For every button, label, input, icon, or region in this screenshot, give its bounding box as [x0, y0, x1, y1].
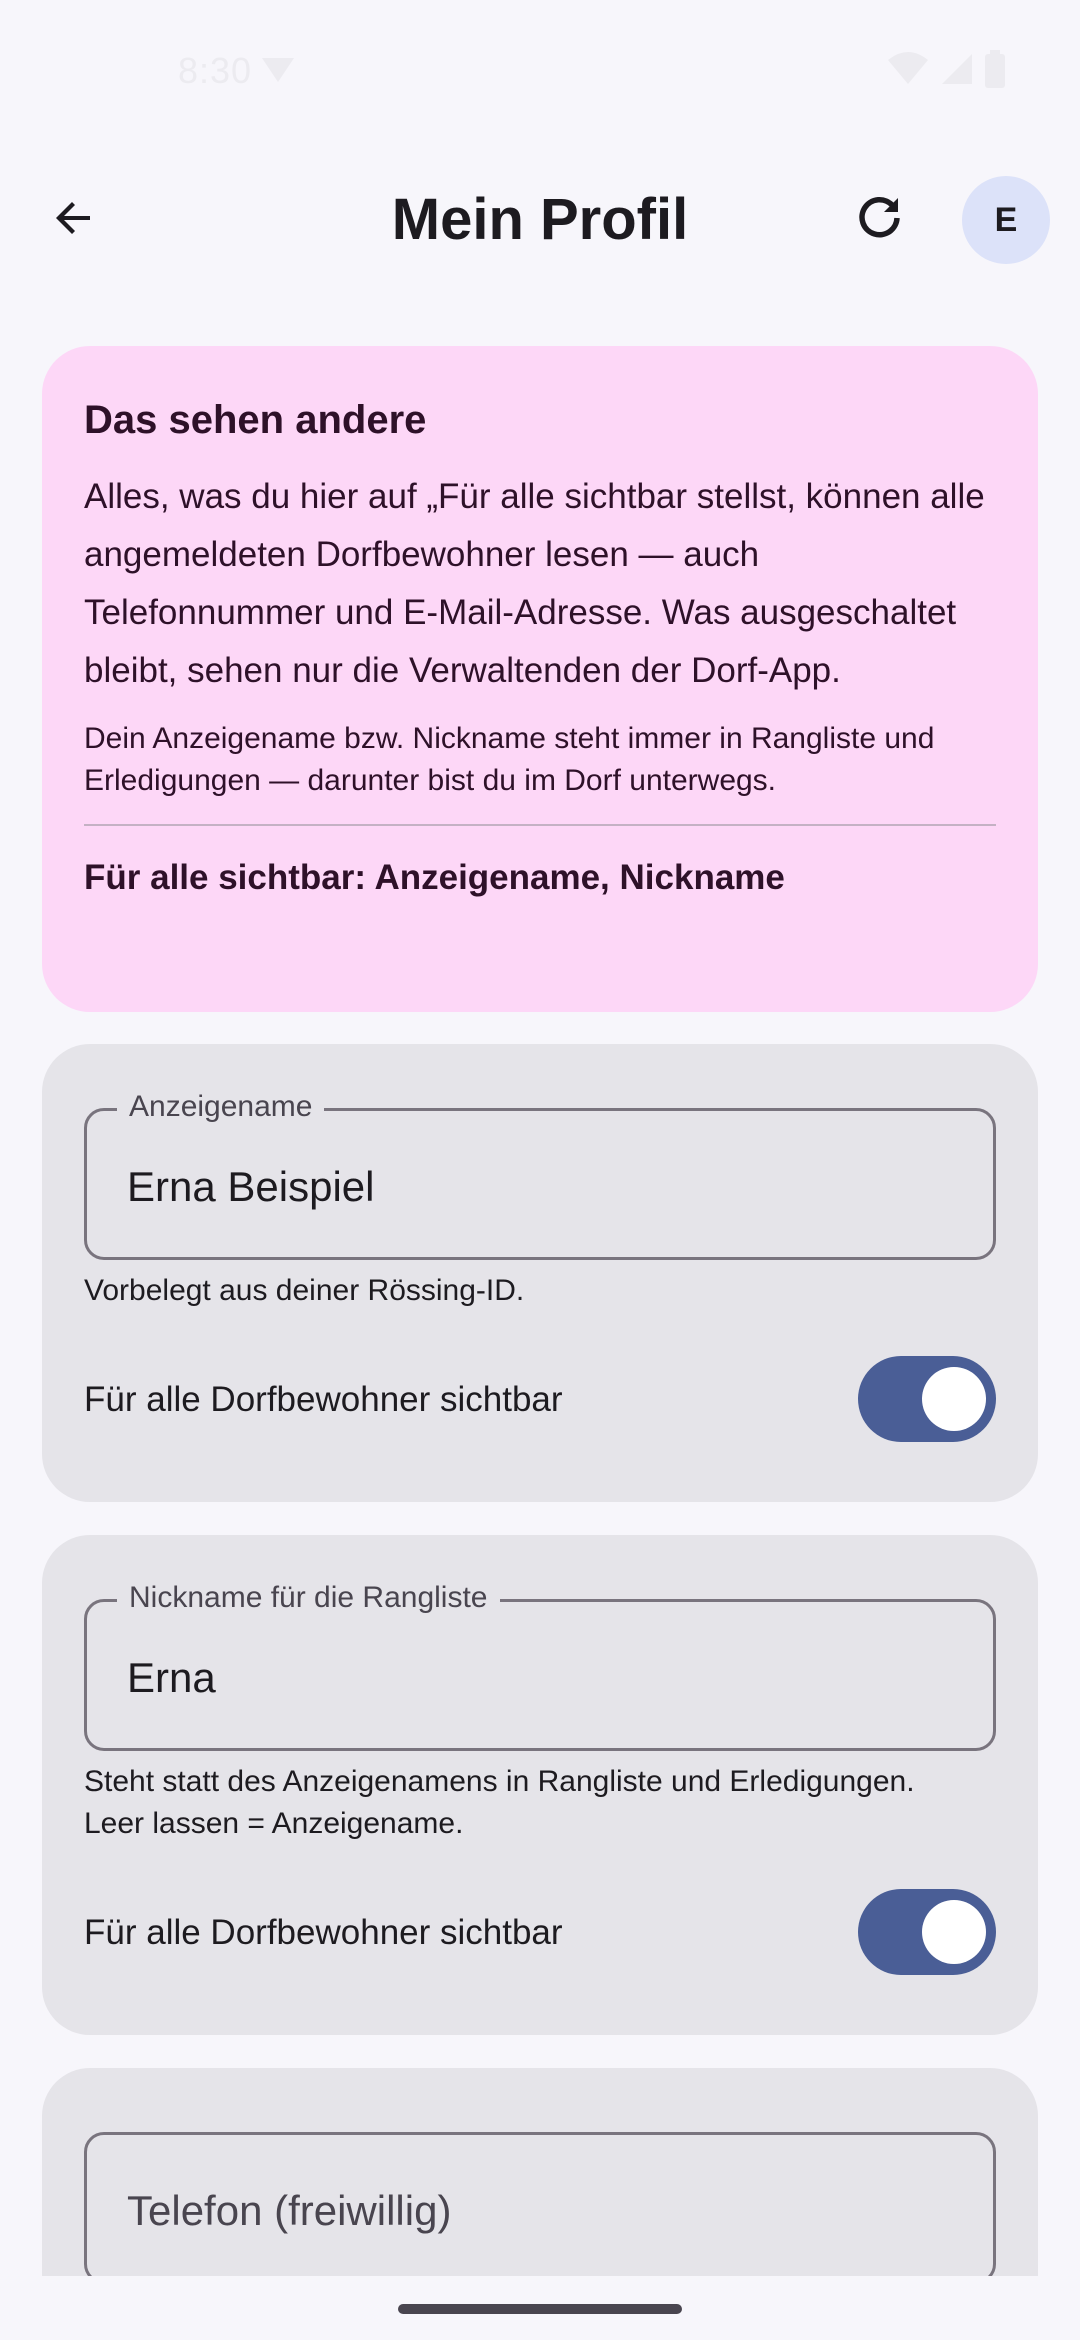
nickname-value: Erna: [127, 1654, 216, 1701]
nickname-field[interactable]: Nickname für die Rangliste Erna: [84, 1580, 996, 1751]
nickname-helper: Steht statt des Anzeigenamens in Ranglis…: [84, 1761, 996, 1845]
navigation-bar: [0, 2276, 1080, 2340]
gesture-handle[interactable]: [398, 2304, 682, 2314]
display-name-visibility-row: Für alle Dorfbewohner sichtbar: [84, 1356, 996, 1442]
info-card-body: Alles, was du hier auf „Für alle sichtba…: [84, 477, 985, 690]
nickname-helper-line-1: Steht statt des Anzeigenamens in Ranglis…: [84, 1765, 915, 1798]
nickname-card: Nickname für die Rangliste Erna Steht st…: [42, 1535, 1038, 2035]
switch-thumb: [922, 1367, 986, 1431]
display-name-value: Erna Beispiel: [127, 1163, 375, 1210]
avatar[interactable]: E: [962, 176, 1050, 264]
display-name-helper: Vorbelegt aus deiner Rössing-ID.: [84, 1274, 525, 1307]
display-name-label: Anzeigename: [117, 1089, 325, 1125]
nickname-visibility-label: Für alle Dorfbewohner sichtbar: [84, 1913, 563, 1952]
refresh-icon: [854, 192, 906, 249]
info-card-note: Dein Anzeigename bzw. Nickname steht imm…: [84, 722, 935, 797]
divider: [84, 824, 996, 826]
phone-placeholder: Telefon (freiwillig): [127, 2187, 452, 2234]
refresh-button[interactable]: [842, 182, 918, 258]
page-title: Mein Profil: [391, 187, 689, 252]
nickname-visibility-row: Für alle Dorfbewohner sichtbar: [84, 1889, 996, 1975]
info-card-title: Das sehen andere: [84, 398, 427, 442]
visibility-summary: Für alle sichtbar: Anzeigename, Nickname: [84, 858, 785, 897]
switch-thumb: [922, 1900, 986, 1964]
display-name-visibility-label: Für alle Dorfbewohner sichtbar: [84, 1380, 563, 1419]
nickname-helper-line-2: Leer lassen = Anzeigename.: [84, 1807, 464, 1840]
visibility-info-card: Das sehen andere Alles, was du hier auf …: [42, 346, 1038, 1012]
display-name-visibility-switch[interactable]: [858, 1356, 996, 1442]
phone-field[interactable]: Telefon (freiwillig): [84, 2132, 996, 2284]
status-time: 8:30: [178, 50, 253, 91]
display-name-card: Anzeigename Erna Beispiel Vorbelegt aus …: [42, 1044, 1038, 1502]
top-app-bar: Mein Profil E: [0, 160, 1080, 280]
nickname-label: Nickname für die Rangliste: [117, 1580, 500, 1616]
status-bar: 8:30: [0, 0, 1080, 138]
nickname-visibility-switch[interactable]: [858, 1889, 996, 1975]
display-name-field[interactable]: Anzeigename Erna Beispiel: [84, 1089, 996, 1260]
